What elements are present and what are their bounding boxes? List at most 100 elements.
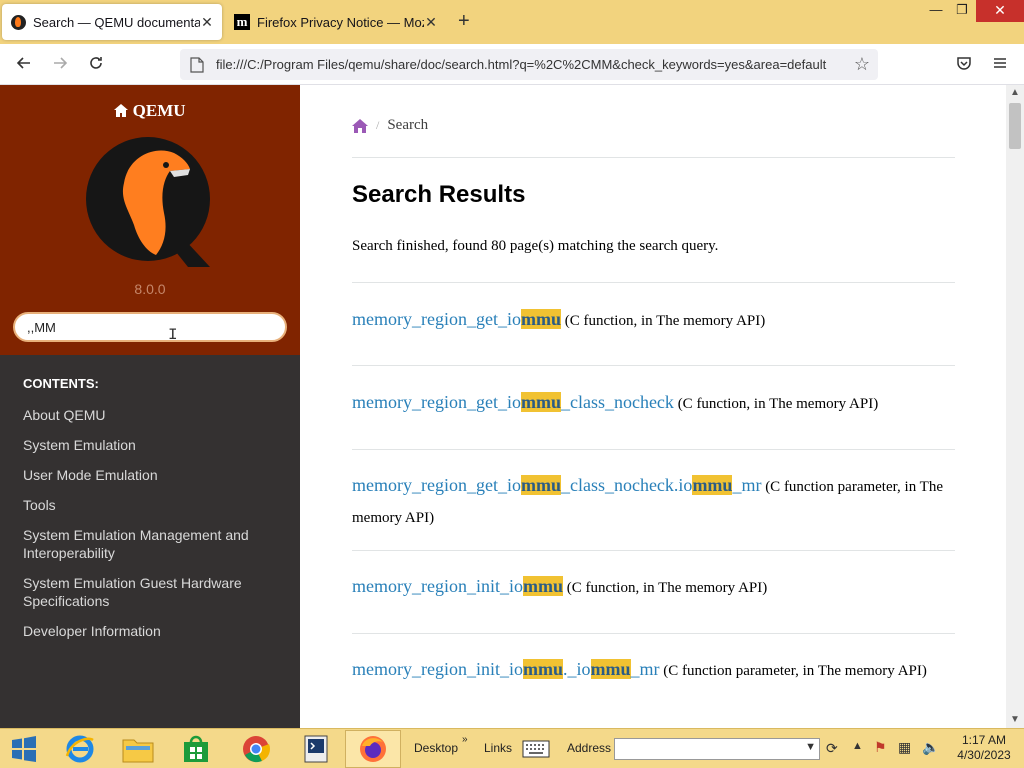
taskbar-qemu-app[interactable] [288, 730, 344, 768]
volume-muted-icon[interactable]: 🔈 [922, 739, 939, 756]
keyboard-icon[interactable] [522, 740, 550, 758]
result-link-text: memory_region_init_io [352, 576, 523, 596]
pocket-button[interactable] [952, 53, 976, 77]
scroll-thumb[interactable] [1009, 103, 1021, 149]
scroll-down-arrow-icon[interactable]: ▼ [1006, 712, 1024, 728]
show-hidden-icons-icon[interactable]: ▲ [852, 740, 863, 752]
windows-logo-icon [12, 736, 36, 762]
pocket-icon [957, 57, 971, 70]
search-highlight: mmu [522, 576, 563, 596]
result-link-text: ._io [562, 659, 591, 679]
result-description: (C function, in The memory API) [560, 313, 766, 329]
tab-qemu-search[interactable]: Search — QEMU documentatio ✕ [2, 4, 222, 40]
tab-title: Search — QEMU documentatio [33, 14, 200, 30]
result-link[interactable]: memory_region_init_iommu._iommu_mr [352, 659, 660, 679]
version-label: 8.0.0 [134, 281, 166, 297]
menu-button[interactable] [988, 53, 1012, 77]
search-result: memory_region_init_iommu._iommu_mr (C fu… [352, 654, 962, 687]
search-result: memory_region_get_iommu_class_nocheck.io… [352, 470, 962, 534]
tab-strip: Search — QEMU documentatio ✕ m Firefox P… [0, 0, 1024, 44]
result-link-text: _mr [630, 659, 660, 679]
result-link[interactable]: memory_region_init_iommu [352, 576, 563, 596]
result-description: (C function, in The memory API) [562, 580, 768, 596]
breadcrumb: / Search [352, 117, 428, 134]
result-link-text: _class_nocheck [560, 392, 674, 412]
breadcrumb-current: Search [387, 117, 429, 133]
sidebar-item-tools[interactable]: Tools [23, 496, 283, 514]
taskbar-store[interactable] [168, 730, 224, 768]
divider [352, 633, 955, 634]
network-icon[interactable]: ▦ [898, 739, 911, 756]
taskbar-firefox[interactable] [345, 730, 401, 768]
result-link[interactable]: memory_region_get_iommu_class_nocheck.io… [352, 475, 761, 495]
taskbar-chrome[interactable] [228, 730, 284, 768]
system-clock[interactable]: 1:17 AM 4/30/2023 [952, 733, 1016, 763]
vertical-scrollbar[interactable]: ▲ ▼ [1006, 85, 1024, 728]
result-link-text: memory_region_get_io [352, 309, 521, 329]
divider [352, 365, 955, 366]
search-highlight: mmu [522, 659, 563, 679]
store-icon [184, 735, 208, 762]
folder-icon [122, 739, 154, 763]
sidebar-item-user-mode-emulation[interactable]: User Mode Emulation [23, 466, 283, 484]
result-link-text: memory_region_get_io [352, 475, 521, 495]
sidebar-item-management-interoperability[interactable]: System Emulation Management and Interope… [23, 526, 283, 562]
brand-link[interactable]: QEMU [0, 101, 300, 121]
home-icon[interactable] [352, 118, 368, 133]
page-title: Search Results [352, 181, 526, 208]
bookmark-star-icon[interactable]: ☆ [854, 54, 870, 75]
reload-icon [90, 57, 102, 69]
tab-title: Firefox Privacy Notice — Mozilla [257, 14, 424, 30]
clock-date: 4/30/2023 [957, 748, 1011, 762]
search-result: memory_region_get_iommu (C function, in … [352, 304, 962, 337]
tab-firefox-privacy[interactable]: m Firefox Privacy Notice — Mozilla ✕ [226, 4, 446, 40]
chevron-down-icon[interactable]: ▼ [805, 741, 816, 753]
firefox-icon [360, 736, 386, 762]
search-input[interactable] [13, 312, 287, 342]
url-text[interactable]: file:///C:/Program Files/qemu/share/doc/… [216, 57, 846, 72]
taskbar-internet-explorer[interactable] [52, 730, 108, 768]
back-arrow-icon [16, 57, 30, 69]
taskbar-address-input[interactable]: ▼ [614, 738, 820, 760]
maximize-button[interactable]: ❐ [946, 0, 978, 22]
action-center-flag-icon[interactable]: ⚑ [874, 739, 887, 756]
forward-button[interactable] [48, 53, 72, 77]
back-button[interactable] [12, 53, 36, 77]
result-link[interactable]: memory_region_get_iommu [352, 309, 561, 329]
divider [352, 449, 955, 450]
address-bar[interactable]: file:///C:/Program Files/qemu/share/doc/… [180, 49, 878, 80]
search-summary: Search finished, found 80 page(s) matchi… [352, 238, 719, 254]
result-description: (C function, in The memory API) [673, 396, 879, 412]
search-highlight: mmu [590, 659, 631, 679]
mozilla-m-icon: m [234, 14, 250, 30]
sidebar-item-about-qemu[interactable]: About QEMU [23, 406, 283, 424]
scroll-up-arrow-icon[interactable]: ▲ [1006, 85, 1024, 101]
taskbar-file-explorer[interactable] [110, 730, 166, 768]
result-description: (C function parameter, in The memory API… [659, 663, 927, 679]
result-link[interactable]: memory_region_get_iommu_class_nocheck [352, 392, 674, 412]
navigation-toolbar: file:///C:/Program Files/qemu/share/doc/… [0, 44, 1024, 85]
main-content: / Search Search Results Search finished,… [300, 85, 1006, 728]
search-highlight: mmu [692, 475, 733, 495]
hamburger-menu-icon [994, 58, 1006, 68]
toolbar-expand-icon[interactable]: » [462, 734, 468, 745]
search-highlight: mmu [520, 475, 561, 495]
links-toolbar-label[interactable]: Links [484, 741, 512, 755]
refresh-icon[interactable]: ⟳ [826, 740, 838, 757]
chrome-icon [243, 736, 270, 763]
reload-button[interactable] [84, 53, 108, 77]
divider [352, 282, 955, 283]
close-tab-icon[interactable]: ✕ [200, 14, 214, 31]
sidebar-item-developer-information[interactable]: Developer Information [23, 622, 283, 640]
search-result: memory_region_get_iommu_class_nocheck (C… [352, 387, 962, 420]
page-icon [190, 56, 204, 73]
close-window-button[interactable]: ✕ [976, 0, 1024, 22]
sidebar-item-system-emulation[interactable]: System Emulation [23, 436, 283, 454]
sidebar-item-guest-hardware-specs[interactable]: System Emulation Guest Hardware Specific… [23, 574, 283, 610]
start-button[interactable] [0, 730, 48, 768]
result-link-text: _class_nocheck.io [560, 475, 693, 495]
close-tab-icon[interactable]: ✕ [424, 14, 438, 31]
toc-list: About QEMU System Emulation User Mode Em… [23, 406, 283, 652]
new-tab-button[interactable]: + [458, 10, 470, 33]
desktop-toolbar-label[interactable]: Desktop [414, 741, 458, 755]
